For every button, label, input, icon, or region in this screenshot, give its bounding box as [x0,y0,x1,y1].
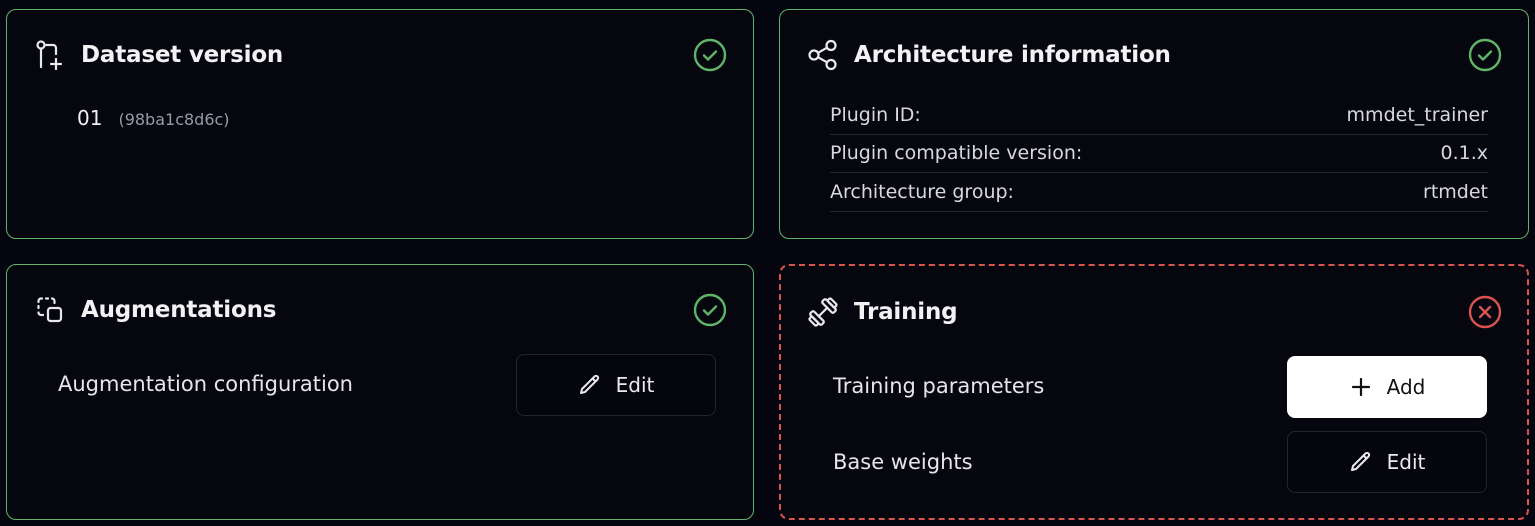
edit-augmentations-button[interactable]: Edit [516,354,716,416]
training-header: Training [806,295,958,329]
info-row-plugin-version: Plugin compatible version: 0.1.x [830,135,1489,173]
info-row-plugin-id: Plugin ID: mmdet_trainer [830,96,1488,135]
check-circle-icon [1468,38,1502,72]
training-card: Training Training parameters Add Base we… [779,264,1529,520]
check-circle-icon [693,293,727,327]
augmentations-header: Augmentations [33,293,276,327]
architecture-info-table: Plugin ID: mmdet_trainer Plugin compatib… [830,96,1488,212]
augmentations-card: Augmentations Augmentation configuration… [6,264,754,520]
edit-button-label: Edit [615,373,655,397]
dumbbell-icon [806,295,840,329]
plus-icon [1349,375,1373,399]
training-parameters-label: Training parameters [833,374,1045,398]
augmentation-config-label: Augmentation configuration [58,372,353,396]
dataset-version-hash: (98ba1c8d6c) [118,110,230,129]
base-weights-label: Base weights [833,450,973,474]
dataset-version-title: Dataset version [81,42,284,68]
dataset-version-row: 01 (98ba1c8d6c) [77,106,230,130]
info-value: 0.1.x [1440,142,1489,165]
dataset-version-card: Dataset version 01 (98ba1c8d6c) [6,9,754,239]
architecture-info-card: Architecture information Plugin ID: mmde… [779,9,1529,239]
training-title: Training [854,299,958,325]
info-row-architecture-group: Architecture group: rtmdet [830,173,1488,212]
edit-base-weights-button[interactable]: Edit [1287,431,1487,493]
dataset-version-number: 01 [77,106,103,130]
share-nodes-icon [806,38,840,72]
architecture-info-header: Architecture information [806,38,1171,72]
x-circle-icon [1468,295,1502,329]
check-circle-icon [693,38,727,72]
info-label: Architecture group: [830,180,1014,203]
architecture-info-title: Architecture information [854,42,1171,68]
info-value: mmdet_trainer [1346,103,1488,126]
augmentations-title: Augmentations [81,297,277,323]
info-value: rtmdet [1423,180,1488,203]
add-button-label: Add [1386,375,1426,399]
git-branch-icon [33,38,67,72]
dataset-version-header: Dataset version [33,38,283,72]
edit-button-label: Edit [1386,450,1426,474]
copy-squares-icon [33,293,67,327]
info-label: Plugin ID: [830,103,921,126]
pencil-icon [578,373,602,397]
info-label: Plugin compatible version: [830,142,1083,165]
add-training-parameters-button[interactable]: Add [1287,356,1487,418]
pencil-icon [1349,450,1373,474]
